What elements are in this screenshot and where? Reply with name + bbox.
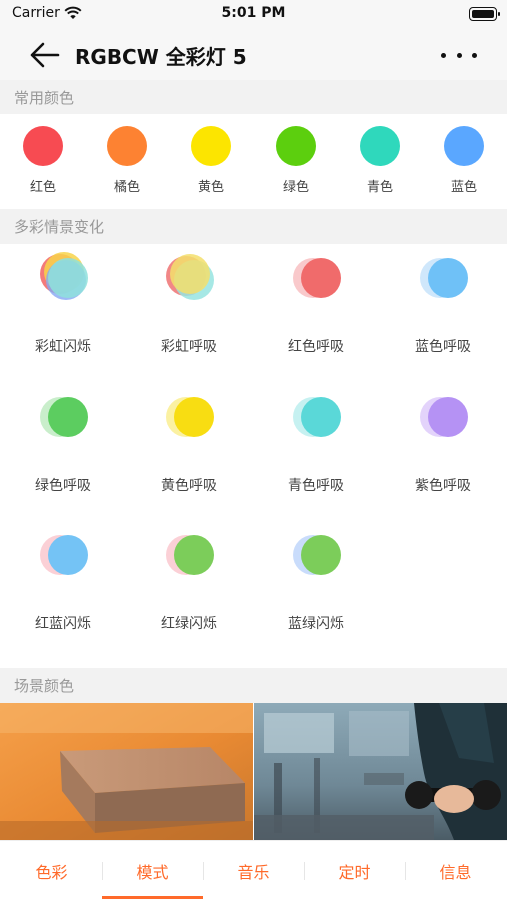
color-swatch-label: 红色 (29, 180, 56, 195)
back-button[interactable] (26, 36, 64, 74)
color-swatch-red[interactable]: 红色 (13, 126, 73, 195)
navigation-bar: RGBCW 全彩灯 5 (0, 30, 507, 80)
more-dot-icon (441, 52, 446, 58)
color-blob (301, 258, 341, 298)
scene-label: 黄色呼吸 (161, 478, 217, 494)
more-dot-icon (472, 52, 477, 58)
color-swatch-yellow[interactable]: 黄色 (181, 126, 241, 195)
yellow-breathe-icon (166, 393, 222, 445)
battery-icon (469, 7, 500, 21)
section-header-scene-colors: 场景颜色 (0, 668, 507, 703)
scene-red-blue-flash[interactable]: 红蓝闪烁 (0, 521, 126, 659)
common-colors-row: 红色 橘色 黄色 绿色 青色 蓝色 (0, 114, 507, 209)
color-blob (48, 535, 88, 575)
scene-purple-breathe[interactable]: 紫色呼吸 (380, 383, 506, 521)
back-arrow-icon (30, 42, 60, 68)
color-swatch-label: 蓝色 (450, 180, 477, 195)
scene-rainbow-breathe[interactable]: 彩虹呼吸 (126, 244, 252, 382)
color-blob (174, 397, 214, 437)
color-blob (428, 397, 468, 437)
color-blob (48, 258, 88, 298)
section-header-common-colors: 常用颜色 (0, 80, 507, 114)
color-swatch-orange[interactable]: 橘色 (97, 126, 157, 195)
scene-label: 红蓝闪烁 (35, 616, 91, 632)
cyan-breathe-icon (293, 393, 349, 445)
scene-green-breathe[interactable]: 绿色呼吸 (0, 383, 126, 521)
book-photo-image (0, 703, 253, 840)
scene-rainbow-flash[interactable]: 彩虹闪烁 (0, 244, 126, 382)
scene-grid: 彩虹闪烁 彩虹呼吸 红色呼吸 蓝色呼吸 绿色呼吸 黄色呼吸 青色呼吸 紫色呼吸 … (0, 244, 507, 668)
more-options-button[interactable] (441, 42, 477, 68)
color-swatch-label: 黄色 (197, 180, 224, 195)
blue-color-dot (444, 126, 484, 166)
green-color-dot (276, 126, 316, 166)
orange-color-dot (107, 126, 147, 166)
red-breathe-icon (293, 254, 349, 306)
color-swatch-cyan[interactable]: 青色 (350, 126, 410, 195)
red-color-dot (23, 126, 63, 166)
status-time: 5:01 PM (221, 5, 286, 21)
scene-label: 红色呼吸 (288, 339, 344, 355)
color-swatch-label: 橘色 (113, 180, 140, 195)
color-swatch-label: 青色 (366, 180, 393, 195)
rainbow-flash-icon (40, 252, 96, 306)
status-bar: Carrier 5:01 PM (0, 0, 507, 30)
blue-breathe-icon (420, 254, 476, 306)
section-header-scene-changes: 多彩情景变化 (0, 209, 507, 244)
bottom-tab-bar: 色彩 模式 音乐 定时 信息 (0, 840, 507, 900)
color-blob (301, 535, 341, 575)
color-swatch-blue[interactable]: 蓝色 (434, 126, 494, 195)
page-title: RGBCW 全彩灯 5 (75, 45, 247, 69)
scene-label: 红绿闪烁 (161, 616, 217, 632)
scene-red-breathe[interactable]: 红色呼吸 (253, 244, 379, 382)
green-breathe-icon (40, 393, 96, 445)
tab-color[interactable]: 色彩 (1, 841, 102, 900)
scene-label: 青色呼吸 (288, 478, 344, 494)
scene-label: 紫色呼吸 (415, 478, 471, 494)
scene-yellow-breathe[interactable]: 黄色呼吸 (126, 383, 252, 521)
scene-label: 蓝绿闪烁 (288, 616, 344, 632)
scene-blue-green-flash[interactable]: 蓝绿闪烁 (253, 521, 379, 659)
color-swatch-label: 绿色 (282, 180, 309, 195)
color-blob (301, 397, 341, 437)
scene-label: 彩虹呼吸 (161, 339, 217, 355)
scene-photo-gym[interactable] (254, 703, 507, 840)
color-blob (428, 258, 468, 298)
scene-blue-breathe[interactable]: 蓝色呼吸 (380, 244, 506, 382)
red-blue-flash-icon (40, 531, 96, 583)
active-tab-indicator (102, 896, 203, 899)
tab-timer[interactable]: 定时 (304, 841, 405, 900)
scene-red-green-flash[interactable]: 红绿闪烁 (126, 521, 252, 659)
tab-info[interactable]: 信息 (405, 841, 506, 900)
yellow-color-dot (191, 126, 231, 166)
scene-photo-row (0, 703, 507, 840)
color-swatch-green[interactable]: 绿色 (266, 126, 326, 195)
scene-photo-book[interactable] (0, 703, 253, 840)
tab-music[interactable]: 音乐 (203, 841, 304, 900)
rainbow-breathe-icon (166, 254, 222, 306)
gym-photo-image (254, 703, 507, 840)
red-green-flash-icon (166, 531, 222, 583)
blue-green-flash-icon (293, 531, 349, 583)
purple-breathe-icon (420, 393, 476, 445)
cyan-color-dot (360, 126, 400, 166)
more-dot-icon (456, 52, 462, 58)
color-blob (170, 254, 210, 294)
scene-label: 绿色呼吸 (35, 478, 91, 494)
scene-label: 彩虹闪烁 (35, 339, 91, 355)
scene-label: 蓝色呼吸 (415, 339, 471, 355)
tab-mode[interactable]: 模式 (102, 841, 203, 900)
scene-cyan-breathe[interactable]: 青色呼吸 (253, 383, 379, 521)
color-blob (48, 397, 88, 437)
color-blob (174, 535, 214, 575)
